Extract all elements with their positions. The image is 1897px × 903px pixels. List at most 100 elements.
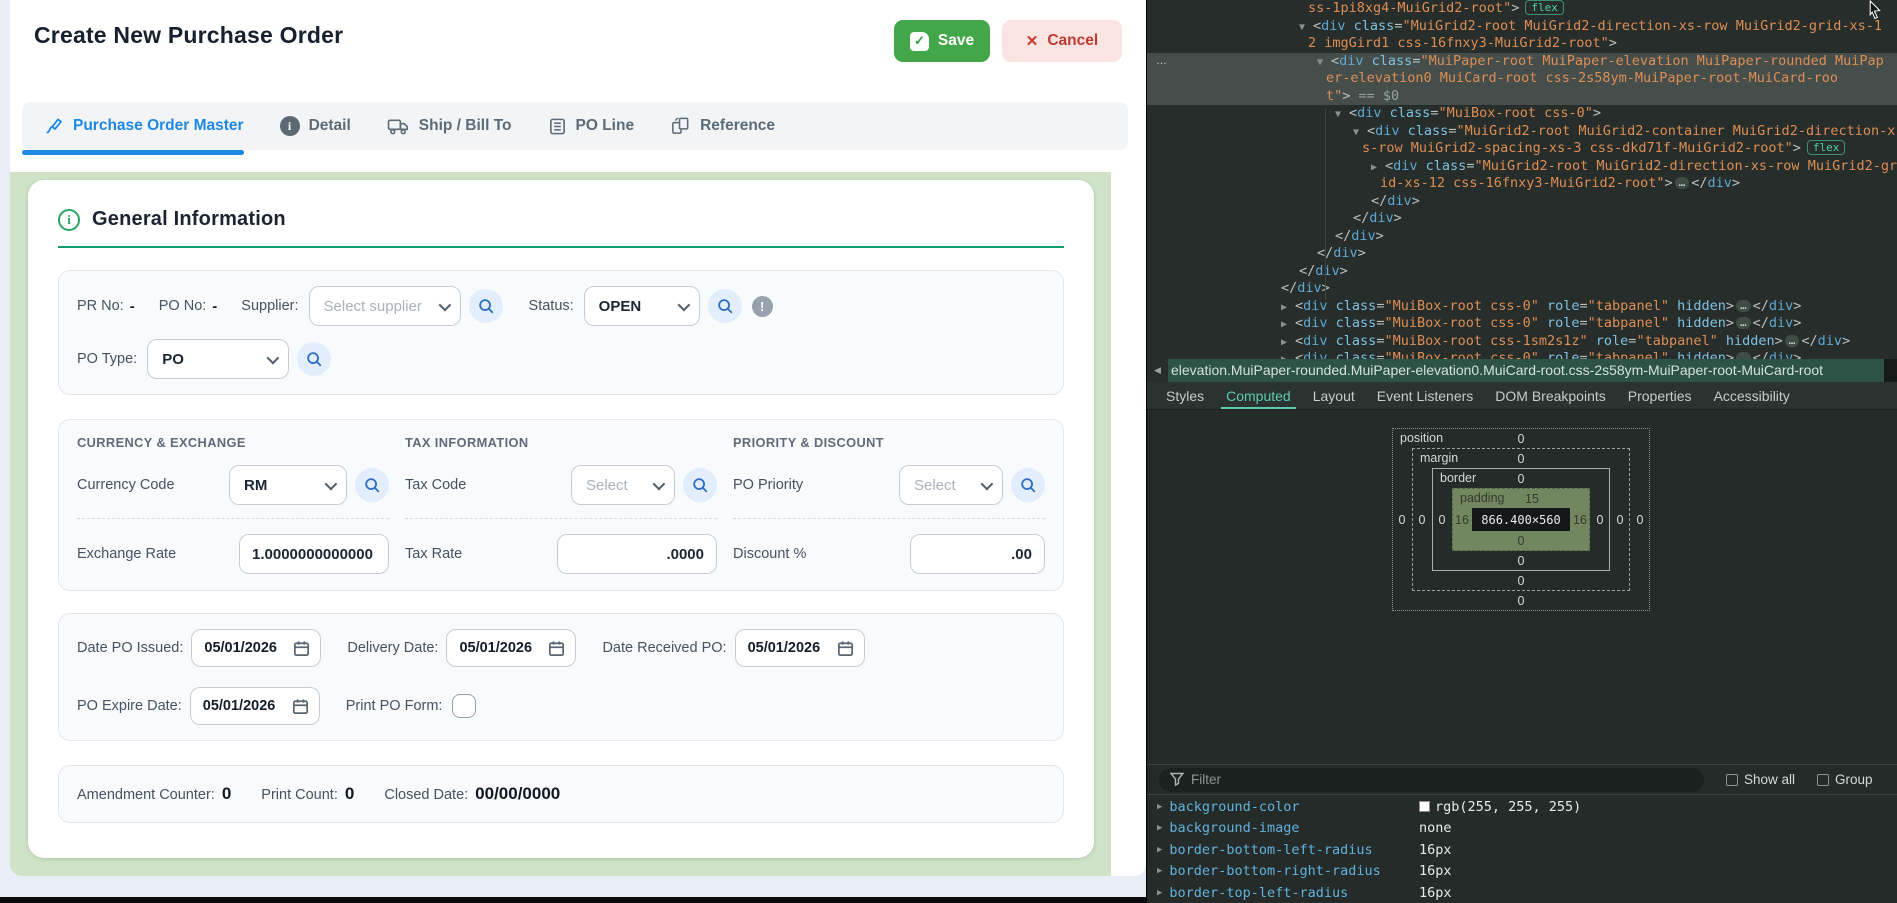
dom-tree-line[interactable]: ▼<div class="MuiPaper-root MuiPaper-elev… bbox=[1147, 53, 1897, 71]
calendar-icon bbox=[292, 639, 311, 658]
collapsed-children-ellipsis[interactable]: … bbox=[1785, 335, 1800, 347]
tab-styles[interactable]: Styles bbox=[1155, 382, 1215, 409]
tab-layout[interactable]: Layout bbox=[1302, 382, 1366, 409]
po-priority-select[interactable]: Select bbox=[899, 465, 1003, 505]
tab-ship-bill-to[interactable]: Ship / Bill To bbox=[387, 117, 512, 136]
dom-tree-line[interactable]: </div> bbox=[1147, 193, 1897, 211]
dom-tree-line[interactable]: ss-1pi8xg4-MuiGrid2-root">flex bbox=[1147, 0, 1897, 18]
supplier-search-button[interactable] bbox=[469, 289, 503, 323]
property-row[interactable]: ▶border-bottom-right-radius 16px bbox=[1147, 861, 1897, 883]
date-received-po-label: Date Received PO: bbox=[602, 640, 726, 656]
expanded-arrow-icon[interactable]: ▼ bbox=[1353, 124, 1367, 142]
expand-arrow-icon[interactable]: ▶ bbox=[1157, 888, 1162, 898]
dom-tree-line[interactable]: ▶<div class="MuiBox-root css-0" role="ta… bbox=[1147, 298, 1897, 316]
expanded-arrow-icon[interactable]: ▼ bbox=[1335, 106, 1349, 124]
dom-tree-line[interactable]: id-xs-12 css-16fnxy3-MuiGrid2-root">…</d… bbox=[1147, 175, 1897, 193]
breadcrumb-overflow[interactable] bbox=[1884, 359, 1897, 382]
discount-input[interactable]: .00 bbox=[910, 534, 1045, 574]
filter-input[interactable] bbox=[1159, 768, 1704, 792]
dom-tree-line[interactable]: </div> bbox=[1147, 228, 1897, 246]
general-information-card: i General Information PR No: - PO No: - bbox=[28, 180, 1094, 858]
tab-dom-breakpoints[interactable]: DOM Breakpoints bbox=[1484, 382, 1616, 409]
expand-arrow-icon[interactable]: ▶ bbox=[1157, 823, 1162, 833]
currency-search-button[interactable] bbox=[355, 468, 389, 502]
status-search-button[interactable] bbox=[708, 289, 742, 323]
collapsed-arrow-icon[interactable]: ▶ bbox=[1281, 334, 1295, 352]
property-row[interactable]: ▶border-bottom-left-radius 16px bbox=[1147, 839, 1897, 861]
dom-tree-line[interactable]: 2 imgGird1 css-16fnxy3-MuiGrid2-root"> bbox=[1147, 35, 1897, 53]
dom-tree-line[interactable]: ▶<div class="MuiGrid2-root MuiGrid2-dire… bbox=[1147, 158, 1897, 176]
dom-tree-line[interactable]: </div> bbox=[1147, 280, 1897, 298]
tab-reference[interactable]: Reference bbox=[670, 116, 775, 136]
tax-code-search-button[interactable] bbox=[683, 468, 717, 502]
breadcrumb-back-button[interactable]: ◀ bbox=[1147, 359, 1168, 382]
collapsed-arrow-icon[interactable]: ▶ bbox=[1281, 299, 1295, 317]
po-type-select[interactable]: PO bbox=[147, 339, 289, 379]
tab-properties[interactable]: Properties bbox=[1617, 382, 1703, 409]
date-received-po-input[interactable]: 05/01/2026 bbox=[735, 629, 865, 667]
tab-event-listeners[interactable]: Event Listeners bbox=[1366, 382, 1485, 409]
property-row[interactable]: ▶background-image none bbox=[1147, 818, 1897, 840]
save-check-icon: ✓ bbox=[910, 32, 929, 51]
po-priority-search-button[interactable] bbox=[1011, 468, 1045, 502]
dom-tree-line[interactable]: ▶<div class="MuiBox-root css-0" role="ta… bbox=[1147, 315, 1897, 333]
flex-badge[interactable]: flex bbox=[1807, 140, 1846, 155]
dom-tree-line[interactable]: ▼<div class="MuiGrid2-root MuiGrid2-dire… bbox=[1147, 18, 1897, 36]
collapsed-children-ellipsis[interactable]: … bbox=[1736, 352, 1751, 359]
pr-no-label: PR No: bbox=[77, 298, 124, 314]
property-row[interactable]: ▶background-color rgb(255, 255, 255) bbox=[1147, 796, 1897, 818]
tab-accessibility[interactable]: Accessibility bbox=[1703, 382, 1801, 409]
search-icon bbox=[363, 476, 381, 494]
expanded-arrow-icon[interactable]: ▼ bbox=[1299, 19, 1313, 37]
collapsed-arrow-icon[interactable]: ▶ bbox=[1371, 159, 1385, 177]
print-po-form-checkbox[interactable] bbox=[452, 694, 476, 718]
tab-purchase-order-master[interactable]: Purchase Order Master bbox=[44, 116, 244, 136]
expanded-arrow-icon[interactable]: ▼ bbox=[1317, 54, 1331, 72]
dom-tree-line[interactable]: ▶<div class="MuiBox-root css-0" role="ta… bbox=[1147, 350, 1897, 359]
border-bottom-value: 0 bbox=[1518, 554, 1525, 568]
cancel-button[interactable]: ✕ Cancel bbox=[1002, 20, 1122, 62]
dom-tree-line[interactable]: </div> bbox=[1147, 210, 1897, 228]
supplier-select[interactable]: Select supplier bbox=[309, 286, 461, 326]
dom-tree-line[interactable]: s-row MuiGrid2-spacing-xs-3 css-dkd71f-M… bbox=[1147, 140, 1897, 158]
tab-detail[interactable]: i Detail bbox=[280, 116, 351, 136]
tax-rate-input[interactable]: .0000 bbox=[557, 534, 717, 574]
expand-arrow-icon[interactable]: ▶ bbox=[1157, 866, 1162, 876]
currency-code-select[interactable]: RM bbox=[229, 465, 347, 505]
po-type-search-button[interactable] bbox=[297, 342, 331, 376]
box-model-diagram[interactable]: 866.400×560 position margin border paddi… bbox=[1392, 428, 1650, 611]
status-select[interactable]: OPEN bbox=[584, 286, 700, 326]
dom-tree-line[interactable]: ▼<div class="MuiGrid2-root MuiGrid2-cont… bbox=[1147, 123, 1897, 141]
color-swatch bbox=[1419, 801, 1430, 812]
pr-no-value: - bbox=[130, 298, 135, 315]
show-all-checkbox[interactable]: Show all bbox=[1726, 772, 1795, 787]
po-expire-date-input[interactable]: 05/01/2026 bbox=[190, 687, 320, 725]
dom-tree-line[interactable]: er-elevation0 MuiCard-root css-2s58ym-Mu… bbox=[1147, 70, 1897, 88]
dom-tree-line[interactable]: </div> bbox=[1147, 263, 1897, 281]
dom-tree-line[interactable]: t"> == $0 bbox=[1147, 88, 1897, 106]
more-actions-dots[interactable]: … bbox=[1150, 55, 1174, 70]
tab-computed[interactable]: Computed bbox=[1215, 382, 1302, 409]
group-checkbox[interactable]: Group bbox=[1817, 772, 1873, 787]
collapsed-arrow-icon[interactable]: ▶ bbox=[1281, 351, 1295, 359]
collapsed-arrow-icon[interactable]: ▶ bbox=[1281, 316, 1295, 334]
breadcrumb-selected-node[interactable]: elevation.MuiPaper-rounded.MuiPaper-elev… bbox=[1168, 359, 1884, 382]
expand-arrow-icon[interactable]: ▶ bbox=[1157, 845, 1162, 855]
collapsed-children-ellipsis[interactable]: … bbox=[1736, 300, 1751, 312]
exchange-rate-input[interactable]: 1.0000000000000 bbox=[239, 534, 389, 574]
dom-tree-line[interactable]: </div> bbox=[1147, 245, 1897, 263]
currency-group-title: CURRENCY & EXCHANGE bbox=[77, 435, 389, 450]
collapsed-children-ellipsis[interactable]: … bbox=[1736, 317, 1751, 329]
tax-code-select[interactable]: Select bbox=[571, 465, 675, 505]
position-label: position bbox=[1400, 431, 1443, 445]
delivery-date-input[interactable]: 05/01/2026 bbox=[446, 629, 576, 667]
date-po-issued-input[interactable]: 05/01/2026 bbox=[191, 629, 321, 667]
expand-arrow-icon[interactable]: ▶ bbox=[1157, 802, 1162, 812]
tab-po-line[interactable]: PO Line bbox=[548, 117, 635, 136]
collapsed-children-ellipsis[interactable]: … bbox=[1675, 177, 1690, 189]
save-button[interactable]: ✓ Save bbox=[894, 20, 990, 62]
flex-badge[interactable]: flex bbox=[1525, 0, 1564, 15]
property-row[interactable]: ▶border-top-left-radius 16px bbox=[1147, 882, 1897, 903]
dom-tree-line[interactable]: ▼<div class="MuiBox-root css-0"> bbox=[1147, 105, 1897, 123]
dom-tree-line[interactable]: ▶<div class="MuiBox-root css-1sm2s1z" ro… bbox=[1147, 333, 1897, 351]
